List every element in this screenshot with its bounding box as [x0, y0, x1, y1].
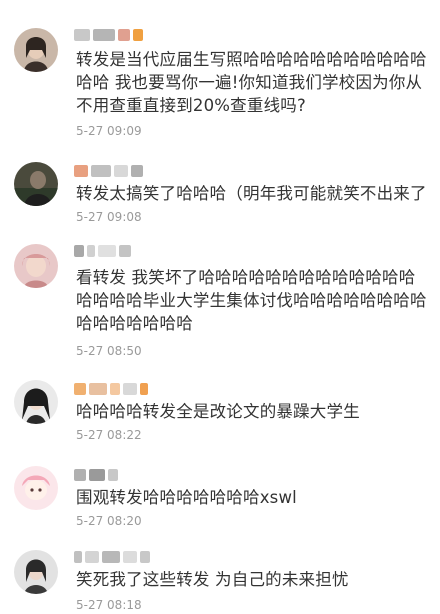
avatar[interactable]	[14, 380, 58, 424]
comment-time: 5-27 08:20	[76, 514, 142, 528]
comment-item: 笑死我了这些转发 为自己的未来担忧 5-27 08:18	[0, 538, 440, 614]
username-pixelated[interactable]	[74, 162, 146, 178]
comment-text: 转发太搞笑了哈哈哈（明年我可能就笑不出来了	[76, 184, 427, 203]
username-pixelated[interactable]	[74, 548, 153, 564]
comment-time: 5-27 08:18	[76, 598, 142, 612]
avatar[interactable]	[14, 244, 58, 288]
username-pixelated[interactable]	[74, 26, 146, 42]
comment-item: 看转发 我笑坏了哈哈哈哈哈哈哈哈哈哈哈哈哈哈哈哈哈毕业大学生集体讨伐哈哈哈哈哈哈…	[0, 230, 440, 370]
username-pixelated[interactable]	[74, 466, 121, 482]
avatar[interactable]	[14, 550, 58, 594]
avatar[interactable]	[14, 162, 58, 206]
comment-item: 转发太搞笑了哈哈哈（明年我可能就笑不出来了 5-27 09:08	[0, 148, 440, 230]
comment-text: 哈哈哈哈转发全是改论文的暴躁大学生	[76, 402, 360, 421]
comment-time: 5-27 09:09	[76, 124, 142, 138]
avatar[interactable]	[14, 466, 58, 510]
comment-item: 哈哈哈哈转发全是改论文的暴躁大学生 5-27 08:22	[0, 370, 440, 456]
comment-text: 看转发 我笑坏了哈哈哈哈哈哈哈哈哈哈哈哈哈哈哈哈哈毕业大学生集体讨伐哈哈哈哈哈哈…	[76, 268, 427, 333]
comment-text: 转发是当代应届生写照哈哈哈哈哈哈哈哈哈哈哈哈哈 我也要骂你一遍!你知道我们学校因…	[76, 50, 427, 115]
avatar[interactable]	[14, 28, 58, 72]
comment-feed: 转发是当代应届生写照哈哈哈哈哈哈哈哈哈哈哈哈哈 我也要骂你一遍!你知道我们学校因…	[0, 0, 440, 614]
username-pixelated[interactable]	[74, 380, 151, 396]
comment-text: 笑死我了这些转发 为自己的未来担忧	[76, 570, 349, 589]
username-pixelated[interactable]	[74, 242, 134, 258]
comment-time: 5-27 08:50	[76, 344, 142, 358]
comment-time: 5-27 08:22	[76, 428, 142, 442]
comment-time: 5-27 09:08	[76, 210, 142, 224]
comment-item: 转发是当代应届生写照哈哈哈哈哈哈哈哈哈哈哈哈哈 我也要骂你一遍!你知道我们学校因…	[0, 0, 440, 148]
comment-text: 围观转发哈哈哈哈哈哈哈xswl	[76, 488, 297, 507]
comment-item: 围观转发哈哈哈哈哈哈哈xswl 5-27 08:20	[0, 456, 440, 538]
